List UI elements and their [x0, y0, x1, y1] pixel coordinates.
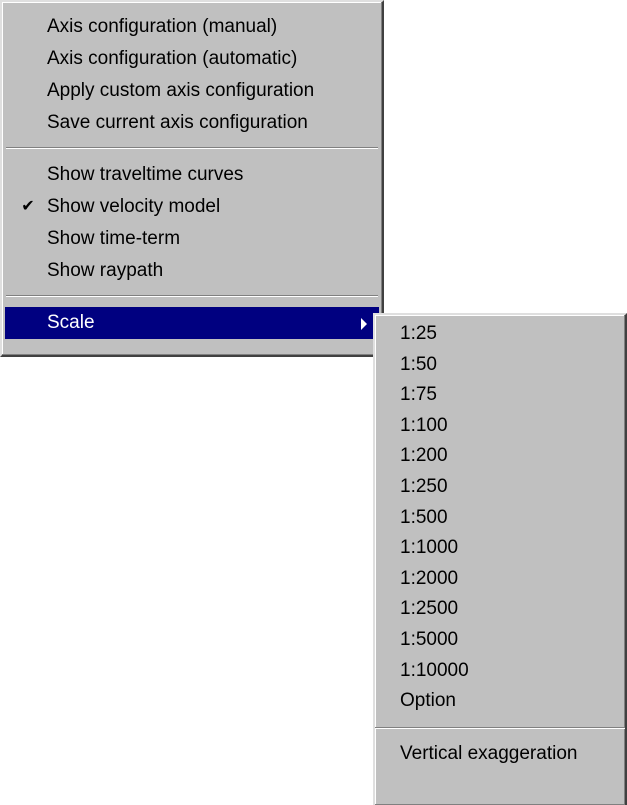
menu-item-label: Save current axis configuration [47, 112, 308, 133]
menu-item-label: Show traveltime curves [47, 164, 244, 185]
scale-option-1-250[interactable]: 1:250 [375, 472, 625, 503]
submenu-item-label: 1:5000 [400, 628, 459, 650]
submenu-item-label: 1:200 [400, 445, 448, 467]
menu-item-vertical-exaggeration[interactable]: Vertical exaggeration [375, 739, 625, 770]
submenu-item-label: 1:500 [400, 506, 448, 528]
submenu-item-label: 1:250 [400, 475, 448, 497]
scale-option-1-2000[interactable]: 1:2000 [375, 564, 625, 595]
scale-option-1-2500[interactable]: 1:2500 [375, 594, 625, 625]
submenu-item-label: 1:25 [400, 323, 437, 344]
menu-item-show-raypath[interactable]: Show raypath [5, 255, 379, 287]
menu-item-scale[interactable]: Scale [5, 307, 379, 339]
menu-item-label: Apply custom axis configuration [47, 80, 315, 101]
submenu-item-label: 1:1000 [400, 537, 459, 559]
submenu-item-label: 1:2500 [400, 598, 459, 620]
menu-item-axis-config-manual[interactable]: Axis configuration (manual) [5, 11, 379, 43]
scale-option-1-5000[interactable]: 1:5000 [375, 625, 625, 656]
submenu-item-label: 1:10000 [400, 659, 469, 681]
menu-item-label: Scale [47, 312, 95, 333]
scale-option-1-500[interactable]: 1:500 [375, 503, 625, 534]
scale-option-1-100[interactable]: 1:100 [375, 411, 625, 442]
menu-item-label: Axis configuration (automatic) [47, 48, 298, 69]
scale-option-1-50[interactable]: 1:50 [375, 350, 625, 381]
scale-submenu: 1:25 1:50 1:75 1:100 1:200 1:250 1:500 1… [373, 313, 627, 805]
menu-item-label: Show velocity model [47, 196, 221, 217]
scale-option-1-200[interactable]: 1:200 [375, 441, 625, 472]
menu-item-apply-custom-axis-config[interactable]: Apply custom axis configuration [5, 75, 379, 107]
menu-separator [375, 726, 625, 729]
scale-option-1-10000[interactable]: 1:10000 [375, 656, 625, 687]
submenu-item-label: 1:2000 [400, 567, 459, 589]
scale-option-1-1000[interactable]: 1:1000 [375, 533, 625, 564]
menu-item-axis-config-automatic[interactable]: Axis configuration (automatic) [5, 43, 379, 75]
menu-item-save-axis-config[interactable]: Save current axis configuration [5, 107, 379, 139]
scale-option-1-75[interactable]: 1:75 [375, 380, 625, 411]
submenu-item-label: 1:50 [400, 353, 437, 375]
check-icon: ✔ [21, 198, 35, 215]
menu-item-show-time-term[interactable]: Show time-term [5, 223, 379, 255]
submenu-arrow-icon [361, 318, 367, 330]
menu-separator [6, 147, 378, 149]
menu-item-label: Show raypath [47, 260, 164, 281]
menu-item-show-velocity-model[interactable]: ✔ Show velocity model [5, 191, 379, 223]
menu-item-label: Axis configuration (manual) [47, 16, 278, 37]
submenu-item-label: 1:75 [400, 384, 437, 406]
submenu-item-label: Vertical exaggeration [400, 742, 578, 764]
submenu-item-label: Option [400, 690, 456, 712]
context-menu: Axis configuration (manual) Axis configu… [0, 0, 384, 357]
scale-option-1-25[interactable]: 1:25 [375, 319, 625, 350]
menu-item-label: Show time-term [47, 228, 181, 249]
submenu-item-label: 1:100 [400, 414, 448, 436]
menu-item-show-traveltime-curves[interactable]: Show traveltime curves [5, 159, 379, 191]
menu-separator [6, 295, 378, 297]
scale-option-option[interactable]: Option [375, 686, 625, 717]
